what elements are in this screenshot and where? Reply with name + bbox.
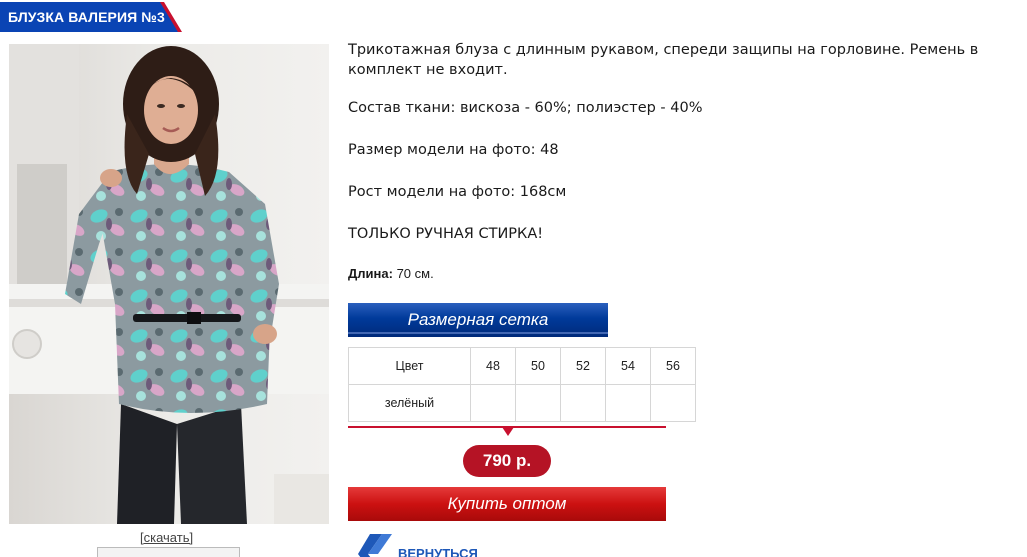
back-label: ВЕРНУТЬСЯ xyxy=(398,546,478,557)
quantity-cell-48[interactable] xyxy=(470,384,516,422)
quantity-cell-56[interactable] xyxy=(650,384,696,422)
model-height: Рост модели на фото: 168см xyxy=(348,184,567,200)
price-badge: 790 р. xyxy=(463,445,551,477)
price-pointer xyxy=(502,427,514,436)
quantity-cell-52[interactable] xyxy=(560,384,606,422)
size-header-54: 54 xyxy=(605,347,651,385)
back-link[interactable]: ВЕРНУТЬСЯ xyxy=(348,532,488,557)
thumbnail-strip[interactable] xyxy=(97,547,240,557)
size-table: Цвет 48 50 52 54 56 зелёный xyxy=(348,347,696,422)
color-name: зелёный xyxy=(348,384,471,422)
length-value: 70 см. xyxy=(396,266,434,281)
description-text: Трикотажная блуза с длинным рукавом, спе… xyxy=(348,42,979,78)
double-chevron-left-icon xyxy=(358,534,392,557)
product-photo[interactable] xyxy=(9,44,329,524)
length-label: Длина: xyxy=(348,266,393,281)
product-title: БЛУЗКА ВАЛЕРИЯ №3 xyxy=(8,9,165,25)
size-table-header-row: Цвет 48 50 52 54 56 xyxy=(348,347,696,385)
buy-wholesale-button[interactable]: Купить оптом xyxy=(348,487,666,521)
size-header-50: 50 xyxy=(515,347,561,385)
size-header-48: 48 xyxy=(470,347,516,385)
product-photo-illustration xyxy=(9,44,329,524)
quantity-cell-54[interactable] xyxy=(605,384,651,422)
size-header-56: 56 xyxy=(650,347,696,385)
length-row: Длина: 70 см. xyxy=(348,266,434,281)
download-link[interactable]: [скачать] xyxy=(140,530,193,545)
table-row: зелёный xyxy=(348,384,696,422)
color-column-header: Цвет xyxy=(348,347,471,385)
size-header-52: 52 xyxy=(560,347,606,385)
care-instructions: ТОЛЬКО РУЧНАЯ СТИРКА! xyxy=(348,226,544,242)
fabric-composition: Состав ткани: вискоза - 60%; полиэстер -… xyxy=(348,100,703,116)
quantity-cell-50[interactable] xyxy=(515,384,561,422)
model-size: Размер модели на фото: 48 xyxy=(348,142,559,158)
size-chart-button[interactable]: Размерная сетка xyxy=(348,303,608,337)
product-title-tab: БЛУЗКА ВАЛЕРИЯ №3 xyxy=(0,0,182,32)
